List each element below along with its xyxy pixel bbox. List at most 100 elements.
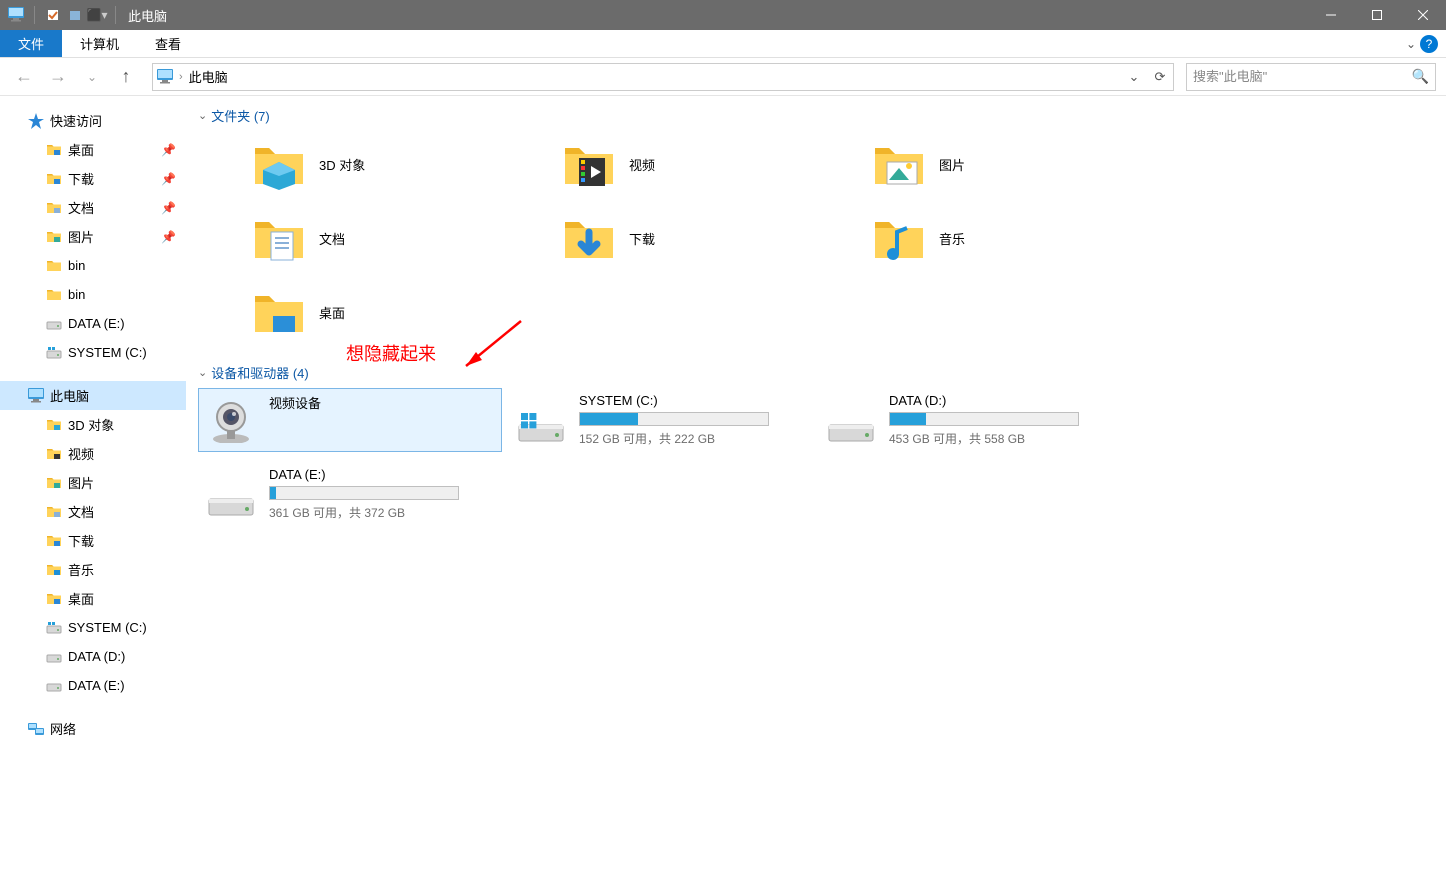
tree-qa-item[interactable]: 桌面 📌: [0, 135, 186, 164]
drive-win-icon: [513, 395, 569, 443]
pin-icon: 📌: [161, 172, 176, 186]
folder-item[interactable]: 3D 对象: [246, 131, 550, 197]
tree-quick-access[interactable]: 快速访问: [0, 106, 186, 135]
folder-label: 视频: [629, 155, 655, 174]
network-icon: [28, 721, 44, 737]
tree-this-pc[interactable]: 此电脑: [0, 381, 186, 410]
device-name: SYSTEM (C:): [579, 393, 807, 408]
annotation-label: 想隐藏起来: [346, 340, 436, 366]
address-dropdown-button[interactable]: ⌄: [1121, 64, 1147, 90]
qat-properties-icon[interactable]: [45, 7, 61, 23]
tree-pc-item[interactable]: 视频: [0, 439, 186, 468]
folder-desktop-icon: [46, 591, 62, 607]
pc-icon: [28, 388, 44, 404]
chevron-down-icon: ⌄: [198, 109, 207, 122]
device-item[interactable]: SYSTEM (C:) 152 GB 可用，共 222 GB: [508, 388, 812, 452]
nav-back-button[interactable]: ←: [10, 63, 38, 91]
tree-pc-item[interactable]: SYSTEM (C:): [0, 613, 186, 642]
folder-icon: [871, 210, 927, 266]
refresh-button[interactable]: ⟳: [1147, 64, 1173, 90]
tree-qa-item[interactable]: 下载 📌: [0, 164, 186, 193]
drive-win-icon: [46, 620, 62, 636]
window-titlebar: ⬛▾ 此电脑: [0, 0, 1446, 30]
tree-pc-item[interactable]: 音乐: [0, 555, 186, 584]
tree-qa-item[interactable]: 文档 📌: [0, 193, 186, 222]
quick-access-toolbar: ⬛▾: [0, 6, 120, 24]
help-icon[interactable]: ?: [1420, 35, 1438, 53]
nav-forward-button[interactable]: →: [44, 63, 72, 91]
capacity-text: 453 GB 可用，共 558 GB: [889, 430, 1117, 447]
pin-icon: 📌: [161, 230, 176, 244]
window-title: 此电脑: [128, 6, 167, 25]
desktop-icon: [46, 142, 62, 158]
search-input[interactable]: [1193, 69, 1412, 84]
tree-pc-item[interactable]: DATA (D:): [0, 642, 186, 671]
tree-qa-item[interactable]: 图片 📌: [0, 222, 186, 251]
maximize-button[interactable]: [1354, 0, 1400, 30]
folder-label: 图片: [939, 155, 965, 174]
folder-label: 桌面: [319, 303, 345, 322]
folder-icon: [46, 287, 62, 303]
folder-icon: [46, 258, 62, 274]
capacity-bar: [269, 486, 459, 500]
ribbon-expand-icon[interactable]: ⌄: [1406, 37, 1416, 51]
downloads-icon: [46, 171, 62, 187]
folder-item[interactable]: 音乐: [866, 205, 1170, 271]
ribbon-right: ⌄ ?: [1406, 30, 1446, 57]
nav-recent-dropdown[interactable]: ⌄: [78, 63, 106, 91]
tree-pc-item[interactable]: DATA (E:): [0, 671, 186, 700]
qat-undo-icon[interactable]: ⬛▾: [89, 7, 105, 23]
folder-item[interactable]: 文档: [246, 205, 550, 271]
device-item[interactable]: DATA (D:) 453 GB 可用，共 558 GB: [818, 388, 1122, 452]
folder-icon: [871, 136, 927, 192]
folder-item[interactable]: 图片: [866, 131, 1170, 197]
drive-icon: [46, 678, 62, 694]
drive-icon: [46, 316, 62, 332]
tree-pc-item[interactable]: 图片: [0, 468, 186, 497]
nav-tree: 快速访问 桌面 📌 下载 📌 文档 📌 图片 📌 bin: [0, 96, 186, 873]
minimize-button[interactable]: [1308, 0, 1354, 30]
folder-label: 下载: [629, 229, 655, 248]
tree-pc-item[interactable]: 桌面: [0, 584, 186, 613]
device-name: 视频设备: [269, 393, 497, 412]
camera-icon: [203, 395, 259, 443]
device-item[interactable]: 视频设备: [198, 388, 502, 452]
content-pane: ⌄ 文件夹 (7) 3D 对象 视频 图片 文档 下载 音乐 桌面 ⌄ 设备和驱: [186, 96, 1446, 873]
tree-qa-item[interactable]: bin: [0, 251, 186, 280]
tree-qa-item[interactable]: SYSTEM (C:): [0, 338, 186, 367]
drive-icon: [203, 469, 259, 517]
tree-network[interactable]: 网络: [0, 714, 186, 743]
folder-label: 文档: [319, 229, 345, 248]
tree-pc-item[interactable]: 3D 对象: [0, 410, 186, 439]
documents-icon: [46, 200, 62, 216]
folder-label: 音乐: [939, 229, 965, 248]
breadcrumb-root[interactable]: 此电脑: [183, 67, 234, 86]
folder-item[interactable]: 视频: [556, 131, 860, 197]
ribbon-tab-view[interactable]: 查看: [137, 30, 199, 57]
ribbon-tab-file[interactable]: 文件: [0, 30, 62, 57]
capacity-text: 152 GB 可用，共 222 GB: [579, 430, 807, 447]
drive-icon: [46, 649, 62, 665]
pictures-icon: [46, 229, 62, 245]
folder-item[interactable]: 下载: [556, 205, 860, 271]
address-bar[interactable]: › 此电脑 ⌄ ⟳: [152, 63, 1174, 91]
folder-label: 3D 对象: [319, 155, 365, 174]
tree-qa-item[interactable]: DATA (E:): [0, 309, 186, 338]
qat-new-folder-icon[interactable]: [67, 7, 83, 23]
tree-pc-item[interactable]: 下载: [0, 526, 186, 555]
folder-downloads-icon: [46, 533, 62, 549]
device-item[interactable]: DATA (E:) 361 GB 可用，共 372 GB: [198, 462, 502, 526]
tree-qa-item[interactable]: bin: [0, 280, 186, 309]
folder-3d-icon: [46, 417, 62, 433]
section-folders-header[interactable]: ⌄ 文件夹 (7): [198, 106, 1434, 125]
ribbon-tab-computer[interactable]: 计算机: [62, 30, 137, 57]
close-button[interactable]: [1400, 0, 1446, 30]
drive-win-icon: [46, 345, 62, 361]
capacity-bar: [579, 412, 769, 426]
tree-pc-item[interactable]: 文档: [0, 497, 186, 526]
folder-documents-icon: [46, 504, 62, 520]
nav-up-button[interactable]: ↑: [112, 63, 140, 91]
folder-music-icon: [46, 562, 62, 578]
search-icon[interactable]: 🔍: [1412, 68, 1429, 85]
search-box[interactable]: 🔍: [1186, 63, 1436, 91]
